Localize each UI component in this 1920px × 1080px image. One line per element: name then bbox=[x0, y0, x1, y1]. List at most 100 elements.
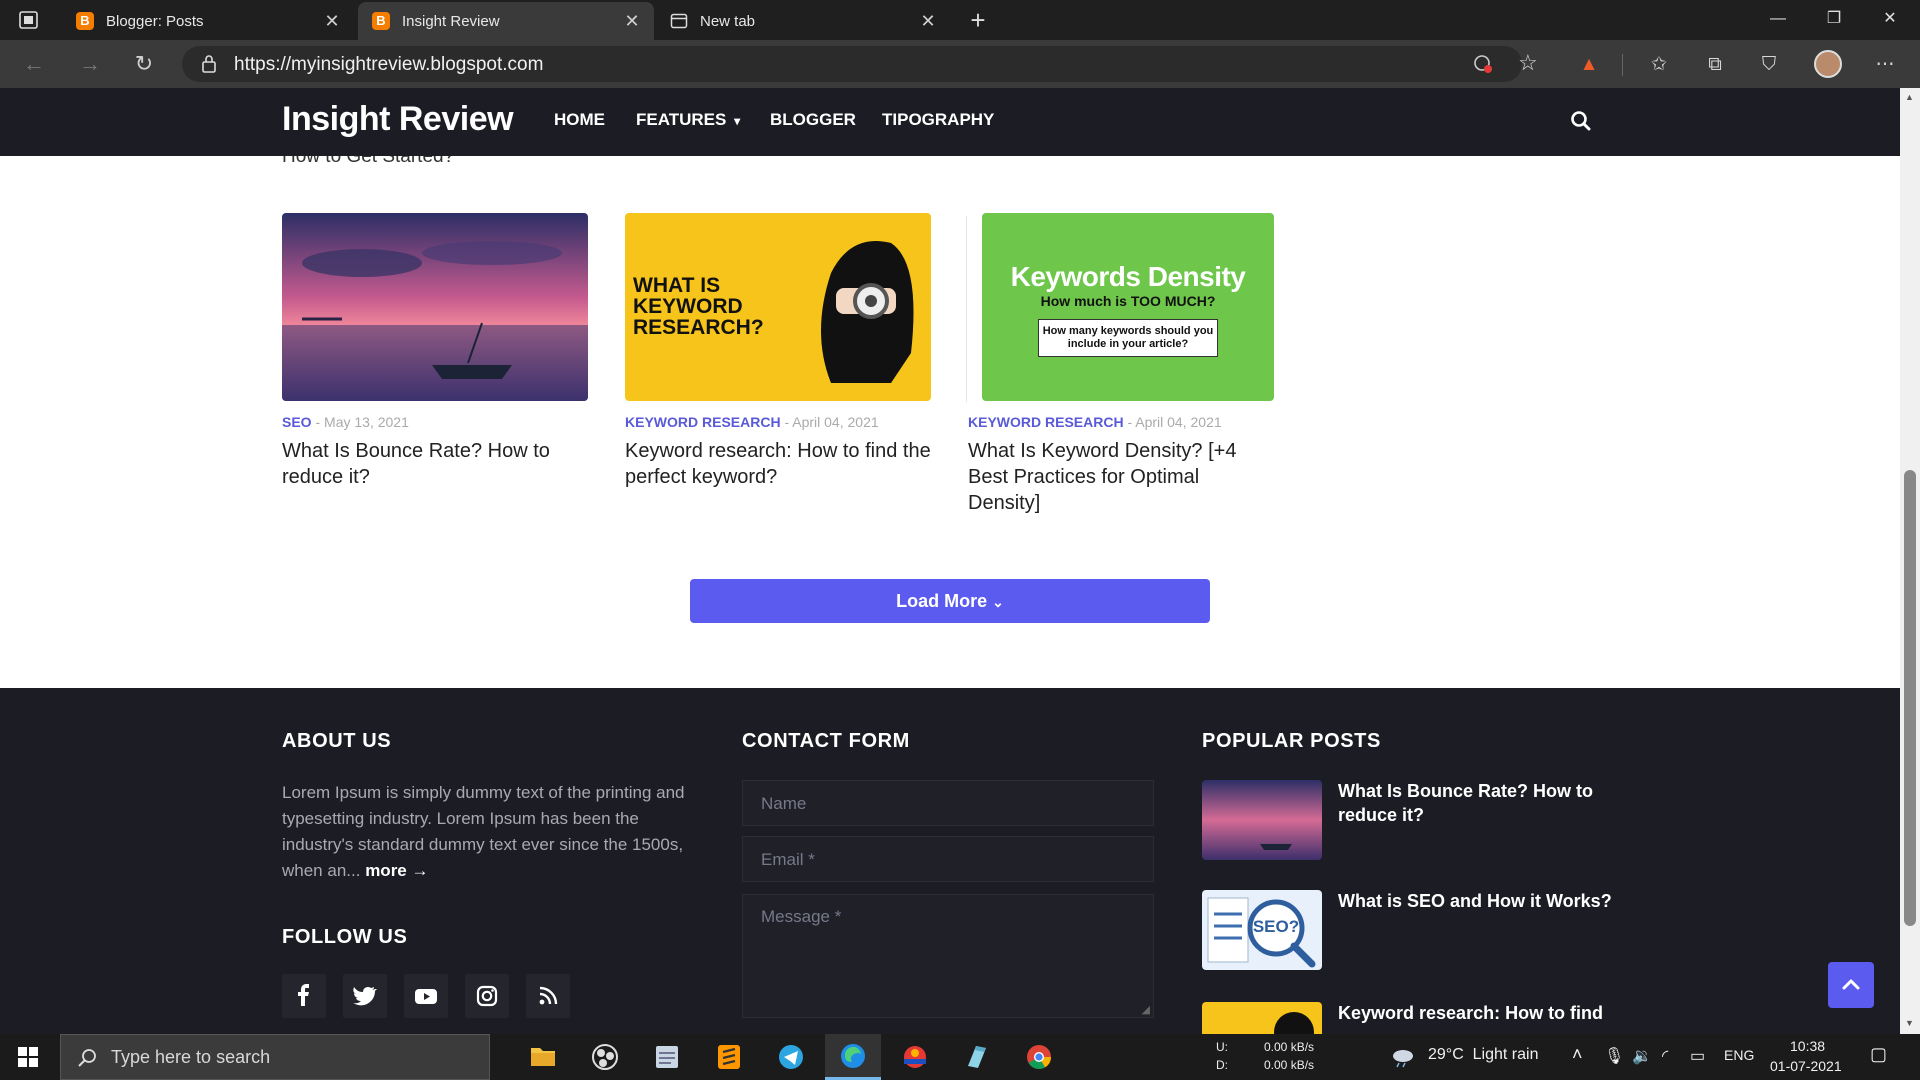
load-more-label: Load More bbox=[896, 591, 988, 611]
thumbnail-box: How many keywords should you include in … bbox=[1038, 319, 1218, 357]
close-window-button[interactable]: ✕ bbox=[1862, 0, 1918, 38]
post-thumbnail-keyword-density[interactable]: Keywords Density How much is TOO MUCH? H… bbox=[982, 213, 1274, 401]
taskbar-search-box[interactable]: Type here to search bbox=[60, 1034, 490, 1080]
collections-icon[interactable]: ⧉ bbox=[1702, 52, 1728, 78]
twitter-icon[interactable] bbox=[343, 974, 387, 1018]
about-text: Lorem Ipsum is simply dummy text of the … bbox=[282, 780, 694, 884]
close-tab-icon[interactable]: ✕ bbox=[322, 11, 342, 31]
net-up-label: U: bbox=[1216, 1040, 1228, 1054]
windows-start-icon[interactable] bbox=[18, 1047, 38, 1067]
obs-studio-icon[interactable] bbox=[577, 1034, 633, 1080]
message-placeholder: Message * bbox=[761, 907, 842, 926]
profile-avatar[interactable] bbox=[1814, 50, 1842, 78]
chevron-down-icon: ⌄ bbox=[992, 594, 1004, 610]
post-title[interactable]: What Is Keyword Density? [+4 Best Practi… bbox=[968, 438, 1274, 516]
about-heading: ABOUT US bbox=[282, 730, 392, 752]
scroll-up-arrow-icon[interactable]: ▲ bbox=[1905, 92, 1914, 102]
lock-icon[interactable] bbox=[200, 54, 218, 74]
post-thumbnail-keyword-research[interactable]: WHAT IS KEYWORD RESEARCH? bbox=[625, 213, 931, 401]
menu-blogger[interactable]: BLOGGER bbox=[770, 110, 856, 130]
volume-icon[interactable]: 🔉 bbox=[1632, 1046, 1652, 1066]
load-more-button[interactable]: Load More ⌄ bbox=[690, 579, 1210, 623]
popular-post-title[interactable]: What is SEO and How it Works? bbox=[1338, 889, 1638, 913]
wifi-icon[interactable]: ◜ bbox=[1662, 1046, 1668, 1066]
tab-new-tab[interactable]: New tab ✕ bbox=[656, 2, 950, 40]
search-icon bbox=[77, 1047, 99, 1069]
popular-post-title[interactable]: What Is Bounce Rate? How to reduce it? bbox=[1338, 779, 1638, 827]
thumbnail-subtitle: How much is TOO MUCH? bbox=[1040, 293, 1216, 309]
about-body: Lorem Ipsum is simply dummy text of the … bbox=[282, 783, 685, 880]
battery-icon[interactable]: ▭ bbox=[1690, 1046, 1705, 1066]
youtube-icon[interactable] bbox=[404, 974, 448, 1018]
resize-handle-icon[interactable]: ◢ bbox=[1142, 1003, 1150, 1016]
post-title[interactable]: Keyword research: How to find the perfec… bbox=[625, 438, 931, 490]
site-logo[interactable]: Insight Review bbox=[282, 100, 514, 139]
popular-post-title[interactable]: Keyword research: How to find bbox=[1338, 1001, 1638, 1025]
contact-email-field[interactable]: Email * bbox=[742, 836, 1154, 882]
app-icon[interactable] bbox=[887, 1034, 943, 1080]
app-icon-2[interactable] bbox=[949, 1034, 1005, 1080]
extension-icon[interactable]: ▲ bbox=[1576, 52, 1602, 78]
tab-actions-icon[interactable] bbox=[18, 10, 40, 30]
tracking-prevention-icon[interactable] bbox=[1472, 53, 1494, 75]
search-icon[interactable] bbox=[1568, 108, 1594, 134]
post-category[interactable]: KEYWORD RESEARCH bbox=[625, 414, 781, 430]
tab-insight-review[interactable]: B Insight Review ✕ bbox=[358, 2, 654, 40]
card-divider bbox=[966, 216, 967, 402]
menu-home[interactable]: HOME bbox=[554, 110, 605, 130]
close-tab-icon[interactable]: ✕ bbox=[918, 11, 938, 31]
weather-icon[interactable] bbox=[1390, 1046, 1416, 1068]
post-category[interactable]: KEYWORD RESEARCH bbox=[968, 414, 1124, 430]
back-to-top-button[interactable] bbox=[1828, 962, 1874, 1008]
forward-button[interactable]: → bbox=[72, 48, 108, 80]
address-bar[interactable]: https://myinsightreview.blogspot.com ☆ bbox=[182, 46, 1538, 82]
email-placeholder: Email * bbox=[761, 850, 815, 869]
language-indicator[interactable]: ENG bbox=[1724, 1047, 1754, 1063]
scrollbar-thumb[interactable] bbox=[1904, 470, 1916, 926]
chrome-icon[interactable] bbox=[1011, 1034, 1067, 1080]
favorites-icon[interactable]: ✩ bbox=[1646, 52, 1672, 78]
contact-name-field[interactable]: Name bbox=[742, 780, 1154, 826]
notepad-icon[interactable] bbox=[639, 1034, 695, 1080]
post-title[interactable]: What Is Bounce Rate? How to reduce it? bbox=[282, 438, 588, 490]
post-thumbnail-bounce-rate[interactable] bbox=[282, 213, 588, 401]
show-hidden-icons[interactable]: ˄ bbox=[1572, 1044, 1583, 1065]
clock-time[interactable]: 10:38 bbox=[1790, 1038, 1825, 1054]
microphone-icon[interactable]: 🎙 bbox=[1604, 1046, 1624, 1066]
contact-message-field[interactable]: Message * ◢ bbox=[742, 894, 1154, 1018]
menu-features[interactable]: FEATURES ▾ bbox=[636, 110, 740, 130]
post-category[interactable]: SEO bbox=[282, 414, 312, 430]
weather-text[interactable]: 29°C Light rain bbox=[1428, 1046, 1538, 1064]
menu-tipography[interactable]: TIPOGRAPHY bbox=[882, 110, 994, 130]
notifications-icon[interactable]: ▢ bbox=[1870, 1044, 1887, 1065]
clock-date[interactable]: 01-07-2021 bbox=[1770, 1058, 1842, 1074]
minimize-button[interactable]: — bbox=[1750, 0, 1806, 38]
about-more-link[interactable]: more → bbox=[365, 861, 428, 880]
scroll-down-arrow-icon[interactable]: ▼ bbox=[1905, 1018, 1914, 1028]
instagram-icon[interactable] bbox=[465, 974, 509, 1018]
close-tab-icon[interactable]: ✕ bbox=[622, 11, 642, 31]
edge-browser-icon[interactable] bbox=[825, 1034, 881, 1080]
restore-button[interactable]: ❐ bbox=[1806, 0, 1862, 38]
telegram-icon[interactable] bbox=[763, 1034, 819, 1080]
tab-blogger-posts[interactable]: B Blogger: Posts ✕ bbox=[62, 2, 354, 40]
previous-post-title[interactable]: How to Get Started? bbox=[282, 156, 454, 168]
shopping-icon[interactable]: ⛉ bbox=[1756, 52, 1782, 78]
sublime-text-icon[interactable] bbox=[701, 1034, 757, 1080]
menu-features-label: FEATURES bbox=[636, 110, 727, 129]
popular-thumbnail-seo[interactable]: SEO? bbox=[1202, 890, 1322, 970]
file-explorer-icon[interactable] bbox=[515, 1034, 571, 1080]
windows-taskbar: Type here to search U: 0.00 kB/s D: 0.00… bbox=[0, 1034, 1920, 1080]
new-tab-page-icon bbox=[670, 12, 688, 30]
rss-icon[interactable] bbox=[526, 974, 570, 1018]
more-menu-icon[interactable]: ⋯ bbox=[1872, 52, 1898, 78]
page-scrollbar[interactable]: ▲ ▼ bbox=[1900, 88, 1920, 1034]
popular-thumbnail-bounce-rate[interactable] bbox=[1202, 780, 1322, 860]
new-tab-button[interactable]: + bbox=[964, 6, 992, 34]
tab-title: Blogger: Posts bbox=[106, 12, 204, 30]
add-favorite-icon[interactable]: ☆ bbox=[1518, 50, 1538, 76]
back-button[interactable]: ← bbox=[16, 48, 52, 80]
popular-thumbnail-keyword-research[interactable] bbox=[1202, 1002, 1322, 1034]
refresh-button[interactable]: ↻ bbox=[126, 48, 162, 80]
facebook-icon[interactable] bbox=[282, 974, 326, 1018]
